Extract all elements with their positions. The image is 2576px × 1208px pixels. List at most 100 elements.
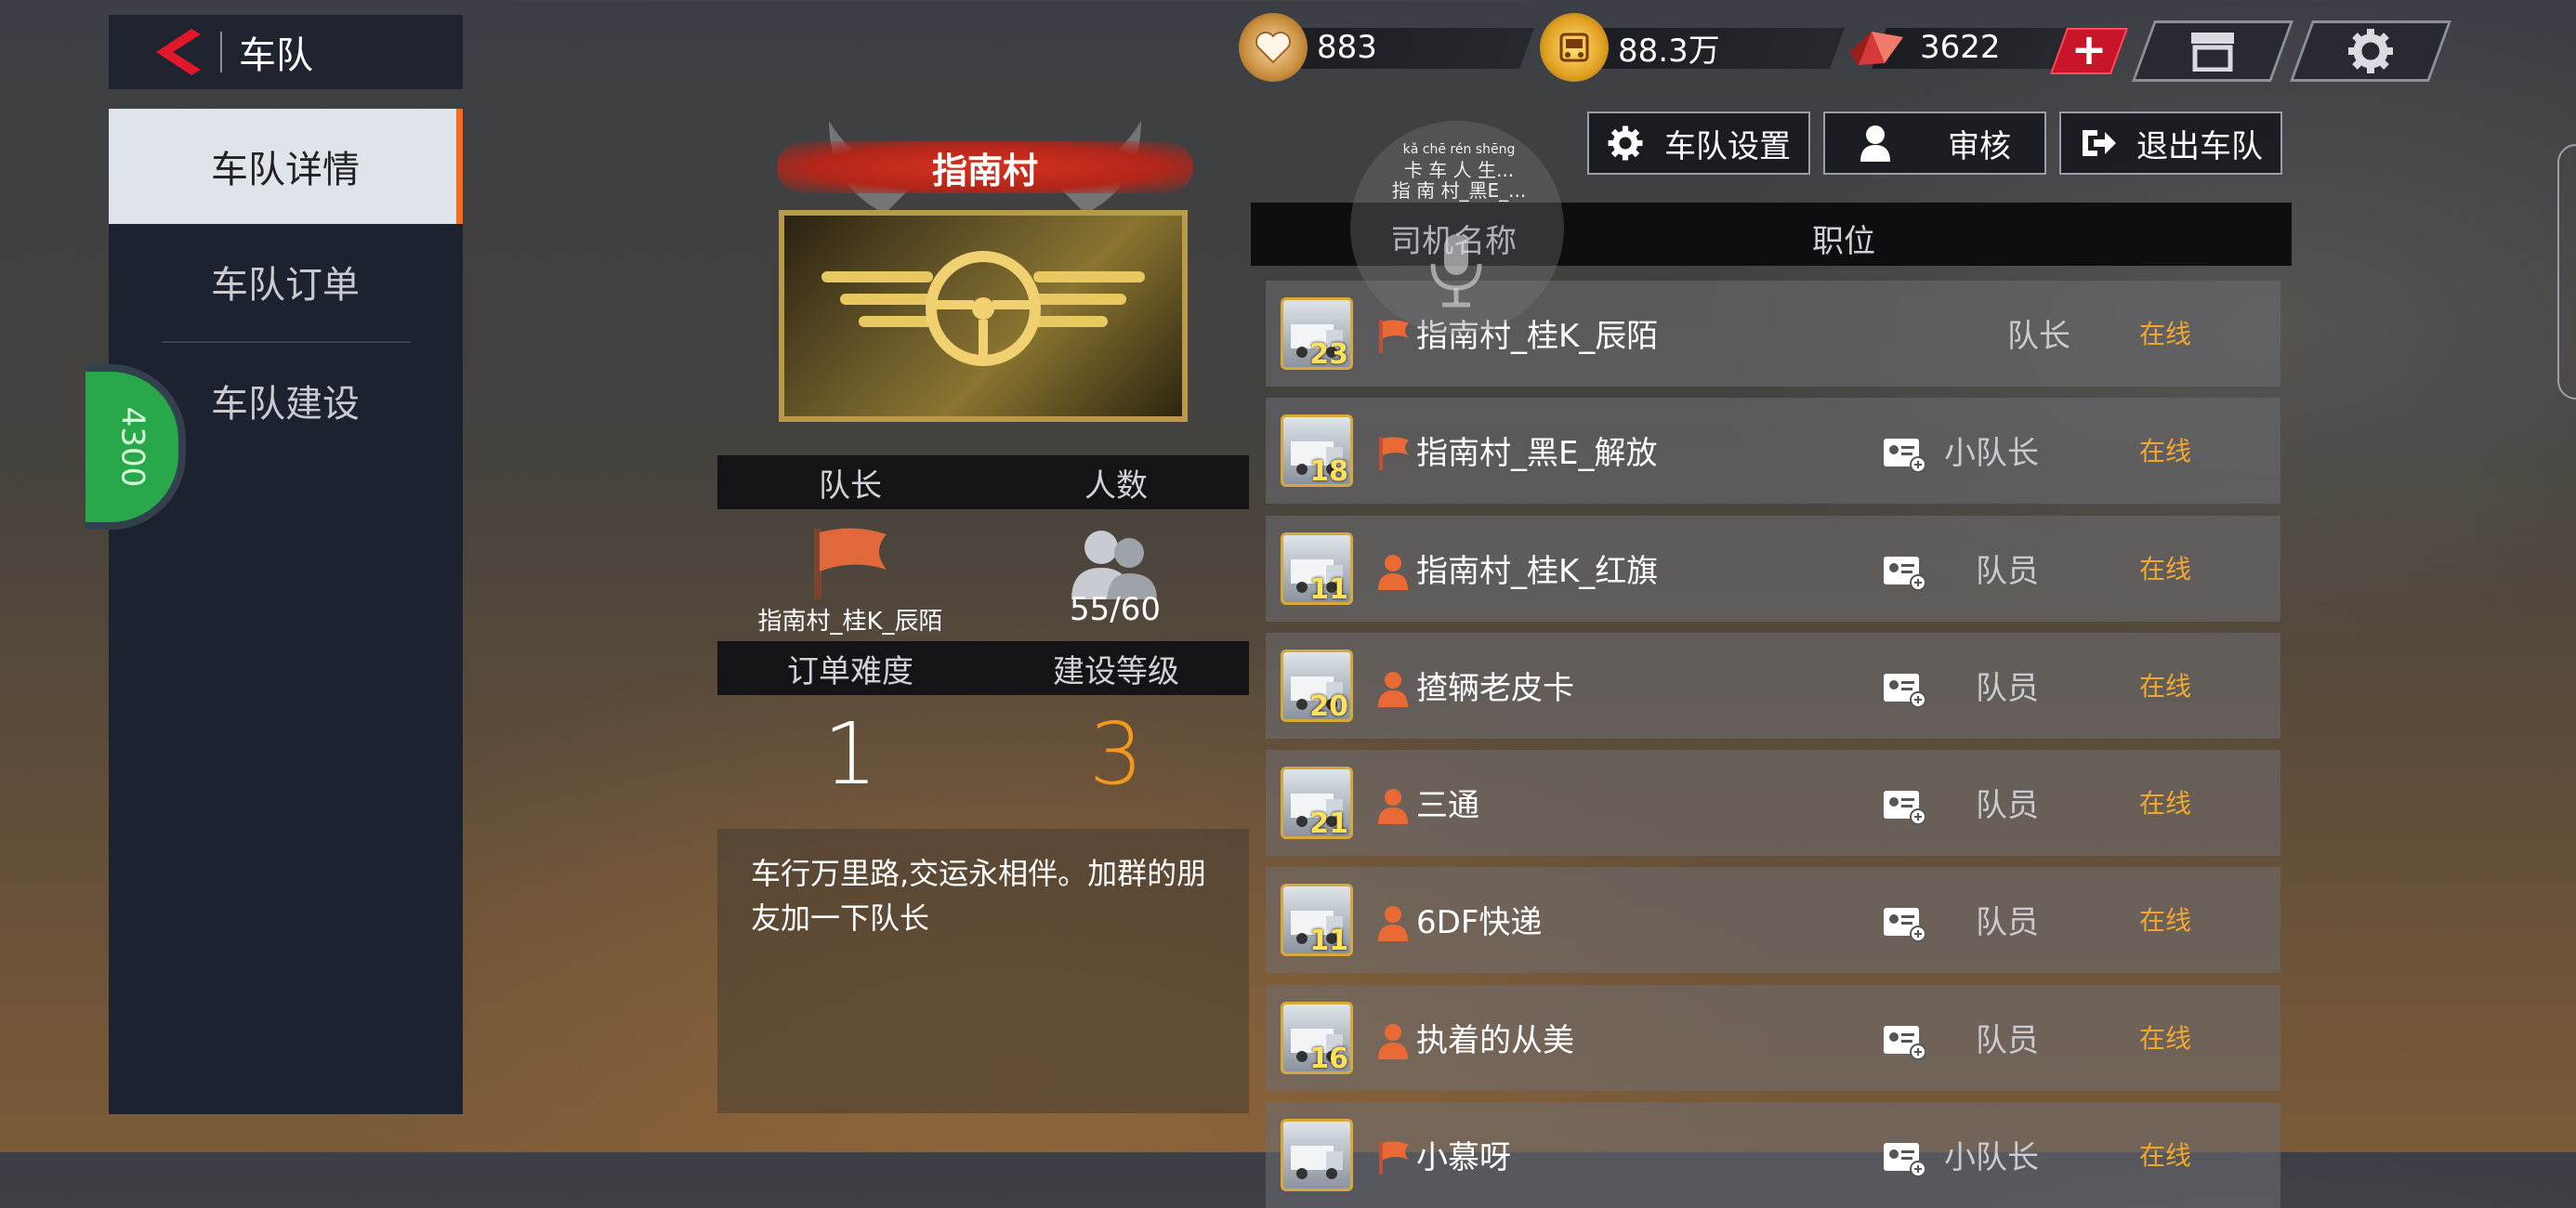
shop-icon — [2191, 33, 2234, 72]
driver-avatar[interactable] — [1281, 1119, 1353, 1191]
driver-avatar[interactable]: 11 — [1281, 532, 1353, 605]
team-emblem — [779, 210, 1188, 422]
driver-role: 小队长 — [1944, 435, 2039, 472]
hearts-currency[interactable]: 883 — [1239, 13, 1535, 82]
team-settings-button[interactable]: 车队设置 — [1587, 112, 1810, 175]
review-label: 审核 — [1948, 127, 2011, 165]
driver-level: 21 — [1309, 808, 1348, 839]
online-status: 在线 — [2138, 1023, 2191, 1054]
driver-avatar[interactable]: 21 — [1281, 767, 1353, 839]
difficulty-header: 订单难度 — [787, 652, 913, 690]
leader-flag-icon — [1379, 437, 1409, 470]
order-difficulty-value: 1 — [822, 704, 878, 804]
driver-level: 16 — [1309, 1043, 1348, 1074]
review-button[interactable]: 审核 — [1823, 112, 2046, 175]
back-arrow-icon[interactable] — [137, 15, 220, 89]
user-icon — [1859, 125, 1892, 162]
team-name: 指南村 — [777, 141, 1193, 193]
member-row[interactable]: 11 6DF快递 队员 在线 — [1266, 867, 2280, 973]
profile-card-icon[interactable] — [1883, 1139, 1925, 1176]
shop-button[interactable] — [2143, 20, 2282, 82]
member-row[interactable]: 18 指南村_黑E_解放 小队长 在线 — [1266, 398, 2280, 504]
driver-avatar[interactable]: 11 — [1281, 884, 1353, 956]
online-status: 在线 — [2138, 554, 2191, 584]
team-description: 车行万里路,交运永相伴。加群的朋友加一下队长 — [717, 829, 1249, 1113]
leader-name[interactable]: 指南村_桂K_辰陌 — [717, 602, 983, 637]
online-status: 在线 — [2138, 671, 2191, 702]
member-row[interactable]: 20 揸辆老皮卡 队员 在线 — [1266, 633, 2280, 739]
gems-currency[interactable]: 3622 — [1842, 20, 2083, 74]
side-handle[interactable] — [2557, 144, 2576, 400]
difficulty-level-header: 订单难度 建设等级 — [717, 641, 1249, 695]
driver-avatar[interactable]: 18 — [1281, 414, 1353, 487]
profile-card-icon[interactable] — [1883, 670, 1925, 707]
gems-value: 3622 — [1920, 29, 2001, 66]
driver-role: 队员 — [1976, 1022, 2039, 1059]
member-person-icon — [1378, 555, 1408, 590]
sidebar-item-label: 车队订单 — [211, 264, 360, 307]
settings-button[interactable] — [2301, 20, 2440, 82]
build-level-value: 3 — [1088, 704, 1144, 804]
member-person-icon — [1378, 906, 1408, 941]
driver-level: 11 — [1309, 925, 1348, 956]
leader-count-header: 队长 人数 — [717, 455, 1249, 509]
sidebar-item-label: 车队建设 — [211, 383, 360, 426]
gold-currency[interactable]: 88.3万 — [1540, 13, 1846, 82]
quit-team-button[interactable]: 退出车队 — [2059, 112, 2282, 175]
member-row[interactable]: 11 指南村_桂K_红旗 队员 在线 — [1266, 516, 2280, 622]
driver-role: 队员 — [1976, 904, 2039, 941]
online-status: 在线 — [2138, 905, 2191, 936]
add-gems-button[interactable]: + — [2058, 24, 2120, 74]
divider — [220, 32, 222, 72]
driver-avatar[interactable]: 20 — [1281, 650, 1353, 722]
driver-level: 11 — [1309, 573, 1348, 605]
gold-coin-icon — [1540, 13, 1609, 82]
driver-role: 队员 — [1976, 787, 2039, 824]
voice-transcript: kǎ chē rén shēng 卡 车 人 生... 指 南 村_黑E_... — [1338, 139, 1580, 201]
profile-card-icon[interactable] — [1883, 435, 1925, 472]
exit-icon — [2079, 126, 2116, 160]
online-status: 在线 — [2138, 1140, 2191, 1171]
member-person-icon — [1378, 672, 1408, 707]
driver-avatar[interactable]: 16 — [1281, 1002, 1353, 1074]
gear-icon — [1607, 125, 1644, 162]
profile-card-icon[interactable] — [1883, 553, 1925, 590]
profile-card-icon[interactable] — [1883, 787, 1925, 824]
currency-bg — [1268, 28, 1535, 69]
driver-name: 指南村_桂K_红旗 — [1416, 553, 1659, 590]
driver-name: 执着的从美 — [1416, 1022, 1574, 1059]
driver-name: 揸辆老皮卡 — [1416, 670, 1574, 707]
leader-flag-icon — [1379, 320, 1409, 353]
heart-coin-icon — [1239, 13, 1308, 82]
profile-card-icon[interactable] — [1883, 1022, 1925, 1059]
microphone-icon — [1430, 234, 1482, 308]
leader-header: 队长 — [819, 466, 882, 505]
voice-pinyin: kǎ chē rén shēng — [1402, 142, 1516, 157]
driver-level: 23 — [1309, 338, 1348, 370]
online-status: 在线 — [2138, 319, 2191, 349]
truck-icon — [1291, 1146, 1343, 1179]
profile-card-icon[interactable] — [1883, 904, 1925, 941]
member-row[interactable]: 小慕呀 小队长 在线 — [1266, 1102, 2280, 1208]
page-title: 车队 — [239, 34, 313, 77]
voice-line-2: 指 南 村_黑E_... — [1391, 179, 1527, 202]
leader-flag-icon — [1379, 1141, 1409, 1175]
team-settings-label: 车队设置 — [1664, 127, 1791, 165]
driver-avatar[interactable]: 23 — [1281, 297, 1353, 370]
steering-wheel-wings-icon — [821, 251, 1145, 366]
driver-level: 20 — [1309, 690, 1348, 722]
level-header: 建设等级 — [1053, 652, 1179, 690]
driver-name: 三通 — [1416, 787, 1479, 824]
sidebar-item-team-details[interactable]: 车队详情 — [109, 109, 463, 224]
gear-icon — [2348, 29, 2393, 73]
sidebar-item-team-orders[interactable]: 车队订单 — [109, 224, 463, 339]
sidebar-item-label: 车队详情 — [211, 149, 360, 191]
online-status: 在线 — [2138, 436, 2191, 466]
gold-value: 88.3万 — [1618, 32, 1720, 70]
driver-level: 18 — [1309, 455, 1348, 487]
member-row[interactable]: 16 执着的从美 队员 在线 — [1266, 985, 2280, 1091]
driver-role: 小队长 — [1944, 1139, 2039, 1176]
member-row[interactable]: 21 三通 队员 在线 — [1266, 750, 2280, 856]
role-column: 职位 — [1812, 223, 1875, 260]
members-header: 人数 — [1084, 466, 1148, 505]
